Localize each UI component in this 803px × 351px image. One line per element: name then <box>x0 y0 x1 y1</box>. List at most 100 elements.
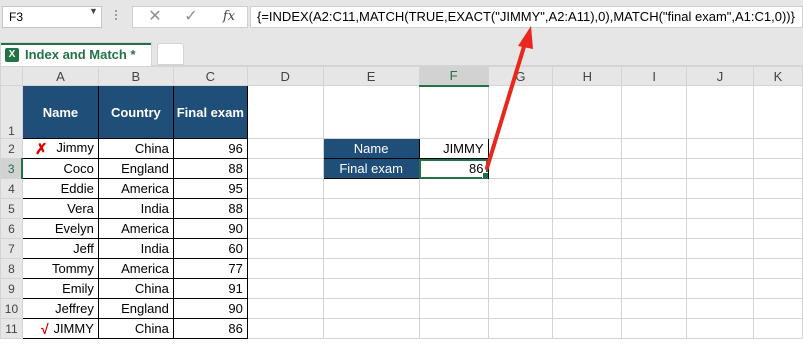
cell[interactable] <box>621 318 688 339</box>
cell-country[interactable]: America <box>97 178 174 199</box>
cell-name[interactable]: √ JIMMY <box>21 318 99 339</box>
lookup-exam-value-active-cell[interactable]: 86 <box>418 158 489 179</box>
column-header[interactable]: E <box>322 66 420 86</box>
insert-function-icon[interactable]: fx <box>215 7 243 27</box>
cell[interactable] <box>552 198 623 219</box>
cell[interactable] <box>322 218 420 239</box>
cell[interactable] <box>552 278 623 299</box>
cell-score[interactable]: 60 <box>172 238 248 259</box>
lookup-name-label[interactable]: Name <box>322 138 420 159</box>
cell[interactable] <box>322 298 420 319</box>
cell[interactable] <box>552 318 623 339</box>
cell[interactable] <box>552 218 623 239</box>
cell[interactable] <box>487 85 554 139</box>
cell[interactable] <box>246 178 324 199</box>
cell-name[interactable]: Jeffrey <box>21 298 99 319</box>
cell[interactable] <box>246 258 324 279</box>
cell[interactable] <box>487 198 554 219</box>
column-header[interactable]: C <box>172 66 248 86</box>
cell[interactable] <box>487 238 554 259</box>
cell[interactable] <box>621 158 688 179</box>
cell[interactable] <box>621 238 688 259</box>
formula-input[interactable]: {=INDEX(A2:C11,MATCH(TRUE,EXACT("JIMMY",… <box>250 6 803 28</box>
cell[interactable] <box>621 278 688 299</box>
workbook-tab[interactable]: X Index and Match * <box>0 42 152 66</box>
lookup-name-value[interactable]: JIMMY <box>418 138 489 159</box>
cell[interactable] <box>621 138 688 159</box>
row-header[interactable]: 7 <box>0 238 23 259</box>
cell-country[interactable]: England <box>97 298 174 319</box>
cell-country[interactable]: England <box>97 158 174 179</box>
cell-country[interactable]: China <box>97 318 174 339</box>
column-header[interactable]: B <box>97 66 174 86</box>
column-header[interactable]: I <box>621 66 688 86</box>
cell[interactable] <box>246 238 324 259</box>
cell[interactable] <box>686 218 754 239</box>
cell-name[interactable]: Jeff <box>21 238 99 259</box>
formula-bar-grip-icon[interactable] <box>114 8 118 26</box>
cell[interactable] <box>418 218 489 239</box>
cell[interactable] <box>621 178 688 199</box>
cell[interactable] <box>246 138 324 159</box>
cell-country[interactable]: India <box>97 238 174 259</box>
cell[interactable] <box>246 218 324 239</box>
cell-country[interactable]: China <box>97 138 174 159</box>
header-final-exam[interactable]: Final exam <box>172 85 248 139</box>
cell[interactable] <box>487 298 554 319</box>
cell-score[interactable]: 86 <box>172 318 248 339</box>
column-header[interactable]: K <box>752 66 803 86</box>
cell[interactable] <box>552 258 623 279</box>
row-header-selected[interactable]: 3 <box>0 158 24 179</box>
cell[interactable] <box>686 178 754 199</box>
cell-score[interactable]: 90 <box>172 298 248 319</box>
column-header[interactable]: J <box>686 66 754 86</box>
column-header[interactable]: A <box>21 66 99 86</box>
row-header[interactable]: 10 <box>0 298 23 319</box>
cell[interactable] <box>752 158 803 179</box>
cell[interactable] <box>552 158 623 179</box>
row-header[interactable]: 4 <box>0 178 23 199</box>
cell[interactable] <box>418 198 489 219</box>
cell[interactable] <box>418 318 489 339</box>
cell[interactable] <box>322 278 420 299</box>
cell-name[interactable]: Eddie <box>21 178 99 199</box>
column-header[interactable]: D <box>246 66 324 86</box>
name-box-dropdown-icon[interactable]: ▼ <box>89 6 98 16</box>
column-header-selected[interactable]: F <box>418 66 489 87</box>
cell[interactable] <box>686 158 754 179</box>
cell[interactable] <box>487 178 554 199</box>
cell[interactable] <box>487 218 554 239</box>
cell[interactable] <box>686 138 754 159</box>
cell[interactable] <box>418 298 489 319</box>
row-header[interactable]: 2 <box>0 138 23 159</box>
cell[interactable] <box>686 258 754 279</box>
cell-score[interactable]: 88 <box>172 158 248 179</box>
row-header[interactable]: 5 <box>0 198 23 219</box>
cell[interactable] <box>621 218 688 239</box>
cell-name[interactable]: Coco <box>21 158 99 179</box>
cell[interactable] <box>418 278 489 299</box>
row-header[interactable]: 8 <box>0 258 23 279</box>
cell[interactable] <box>487 158 554 179</box>
cancel-icon[interactable]: ✕ <box>141 7 169 27</box>
cell[interactable] <box>752 318 803 339</box>
cell[interactable] <box>621 198 688 219</box>
cell[interactable] <box>686 238 754 259</box>
cell[interactable] <box>752 258 803 279</box>
fill-handle[interactable] <box>481 172 488 178</box>
cell-score[interactable]: 96 <box>172 138 248 159</box>
cell[interactable] <box>418 178 489 199</box>
cell[interactable] <box>418 238 489 259</box>
enter-icon[interactable]: ✓ <box>177 7 205 27</box>
cell[interactable] <box>686 298 754 319</box>
cell[interactable] <box>246 298 324 319</box>
cell[interactable] <box>752 85 803 139</box>
column-header[interactable]: H <box>552 66 623 86</box>
cell[interactable] <box>322 198 420 219</box>
cell[interactable] <box>552 138 623 159</box>
cell[interactable] <box>487 138 554 159</box>
cell[interactable] <box>752 178 803 199</box>
row-header[interactable]: 11 <box>0 318 23 339</box>
cell[interactable] <box>322 85 420 139</box>
cell[interactable] <box>322 258 420 279</box>
